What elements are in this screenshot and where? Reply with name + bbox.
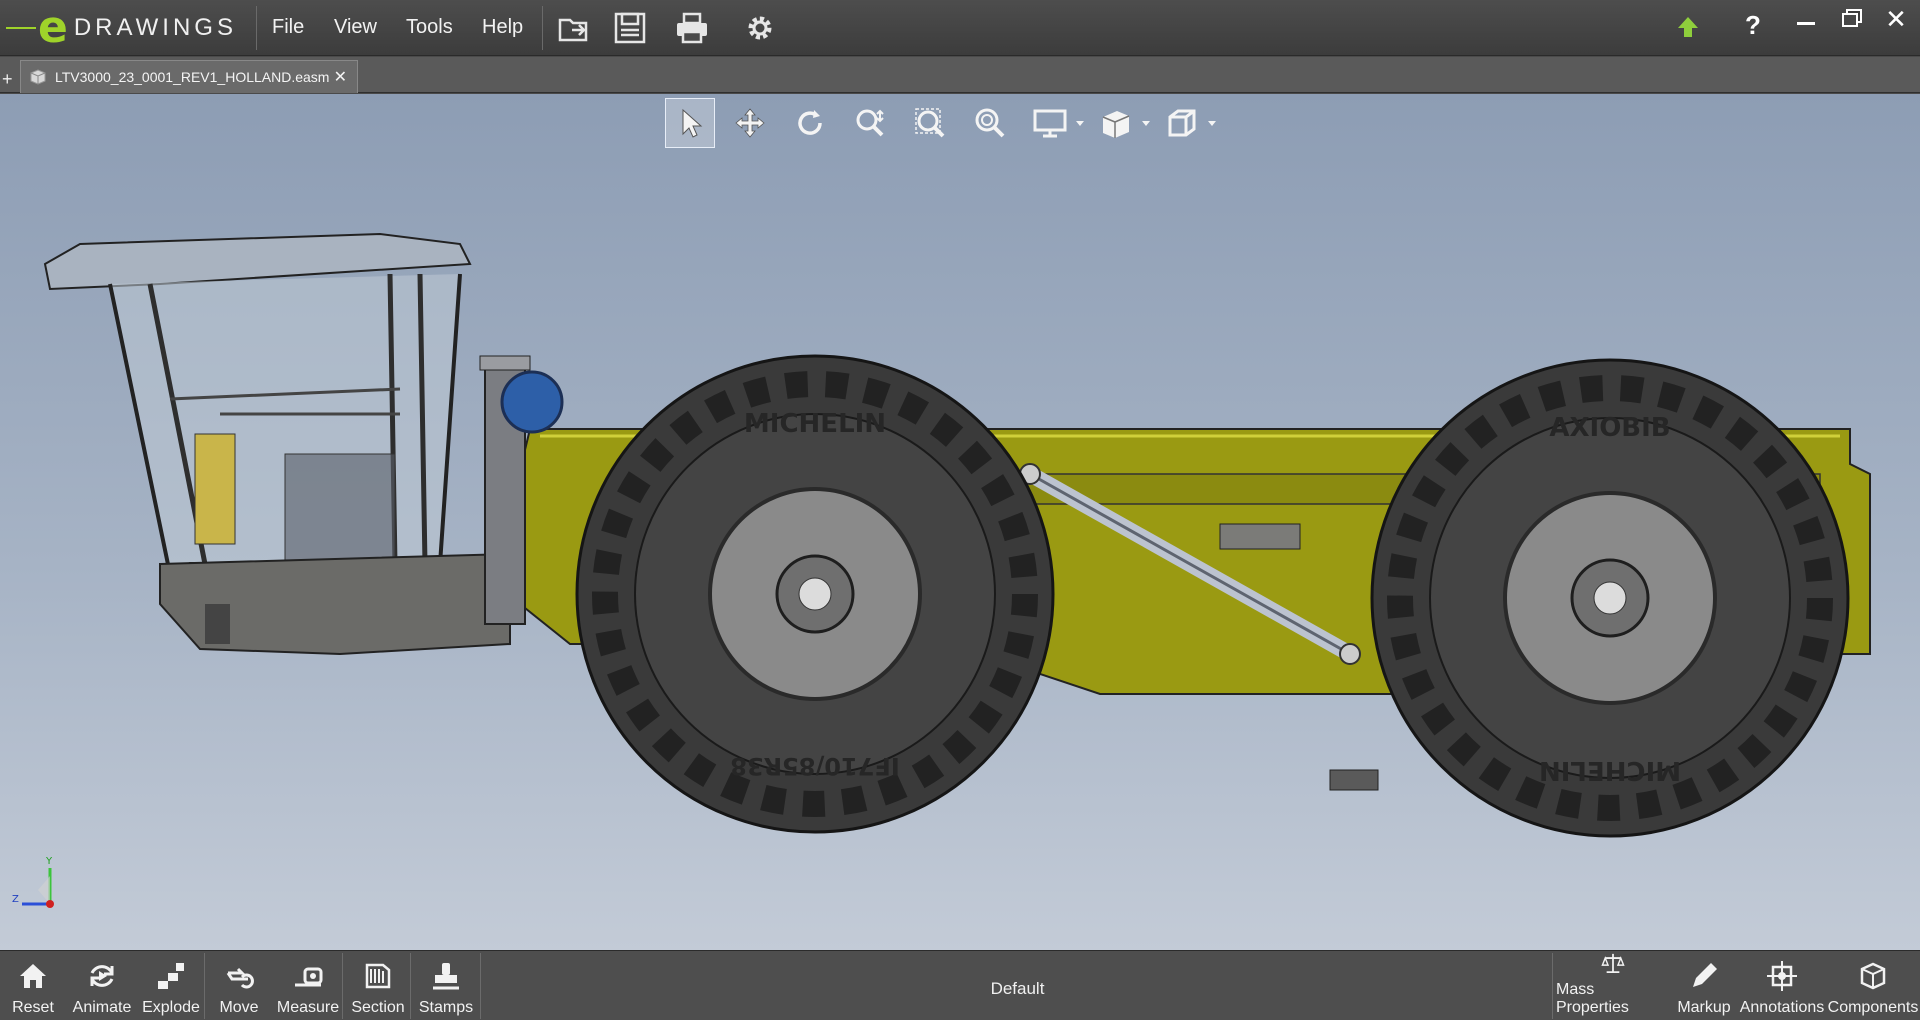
section-icon	[365, 963, 391, 989]
components-button[interactable]: Components	[1828, 951, 1918, 1020]
configuration-name[interactable]: Default	[900, 979, 1135, 999]
rear-tire-model: AXIOBIB	[1549, 413, 1670, 443]
move-icon	[226, 967, 254, 989]
markup-button[interactable]: Markup	[1672, 951, 1736, 1020]
zoom-to-fit-tool[interactable]	[845, 98, 895, 148]
close-tab-icon[interactable]: ✕	[334, 67, 347, 87]
view-orientation-icon	[1168, 109, 1196, 137]
views-dropdown-icon[interactable]	[1141, 118, 1151, 128]
explode-button[interactable]: Explode	[140, 951, 202, 1020]
rotate-tool[interactable]	[785, 98, 835, 148]
zoom-icon	[975, 108, 1005, 138]
rotate-icon	[798, 110, 822, 135]
edrawings-logo: e DRAWINGS	[6, 6, 254, 50]
explode-icon	[158, 963, 184, 989]
title-bar: e DRAWINGS File View Tools Help ? ✕	[0, 0, 1920, 56]
turbo-fan	[500, 370, 564, 434]
chassis-latch	[1219, 523, 1301, 550]
triad-y-label: Y	[45, 856, 53, 867]
measure-button[interactable]: Measure	[274, 951, 342, 1020]
move-button[interactable]: Move	[208, 951, 270, 1020]
menu-tools[interactable]: Tools	[406, 16, 453, 39]
settings-icon[interactable]	[742, 10, 778, 46]
display-style-tool[interactable]	[1025, 98, 1075, 148]
menu-view[interactable]: View	[334, 16, 377, 39]
tractor-model[interactable]: MICHELIN IF710/85R38 AXIOBIB MICHELIN	[40, 174, 1880, 874]
print-icon[interactable]	[674, 10, 710, 46]
annotations-icon	[1767, 961, 1797, 991]
document-tab-title: LTV3000_23_0001_REV1_HOLLAND.easm	[55, 69, 330, 85]
pan-tool[interactable]	[725, 98, 775, 148]
new-tab-button[interactable]: +	[2, 69, 13, 90]
mass-properties-button[interactable]: Mass Properties	[1556, 951, 1670, 1020]
axis-triad: Y Z	[12, 856, 54, 908]
pencil-icon	[1693, 963, 1717, 987]
triad-z-label: Z	[12, 894, 19, 905]
3d-viewport[interactable]: MICHELIN IF710/85R38 AXIOBIB MICHELIN Y …	[0, 94, 1920, 950]
front-tire-brand: MICHELIN	[744, 409, 886, 439]
measure-icon	[295, 967, 323, 987]
heads-up-view-toolbar	[665, 98, 1223, 148]
animate-icon	[90, 965, 114, 987]
front-tire-size: IF710/85R38	[730, 752, 899, 780]
zoom-to-fit-icon	[856, 109, 884, 137]
stamps-icon	[433, 963, 459, 990]
zoom-tool[interactable]	[965, 98, 1015, 148]
views-tool[interactable]	[1091, 98, 1141, 148]
display-style-dropdown-icon[interactable]	[1075, 118, 1085, 128]
close-icon[interactable]: ✕	[1876, 4, 1916, 34]
zoom-to-area-tool[interactable]	[905, 98, 955, 148]
animate-button[interactable]: Animate	[66, 951, 138, 1020]
home-icon	[20, 964, 46, 988]
select-icon	[682, 108, 703, 138]
menu-file[interactable]: File	[272, 16, 304, 39]
open-icon[interactable]	[556, 10, 592, 46]
assembly-icon	[30, 69, 46, 85]
stamps-button[interactable]: Stamps	[414, 951, 478, 1020]
logo-text: DRAWINGS	[73, 14, 237, 41]
rear-tire-brand: MICHELIN	[1539, 755, 1681, 785]
restore-icon[interactable]	[1830, 4, 1870, 34]
upload-icon[interactable]	[1672, 12, 1704, 44]
bottom-toolbar: Reset Animate Explode Move Measure Secti…	[0, 950, 1920, 1020]
reset-button[interactable]: Reset	[2, 951, 64, 1020]
display-style-icon	[1033, 109, 1067, 138]
view-orientation-dropdown-icon[interactable]	[1207, 118, 1217, 128]
menu-help[interactable]: Help	[482, 16, 523, 39]
scale-icon	[1601, 953, 1625, 974]
annotations-button[interactable]: Annotations	[1738, 951, 1826, 1020]
document-tab[interactable]: LTV3000_23_0001_REV1_HOLLAND.easm ✕	[20, 60, 358, 93]
zoom-to-area-icon	[915, 108, 945, 138]
pan-icon	[735, 108, 765, 138]
save-icon[interactable]	[612, 10, 648, 46]
select-tool[interactable]	[665, 98, 715, 148]
help-icon[interactable]: ?	[1733, 10, 1773, 40]
view-orientation-tool[interactable]	[1157, 98, 1207, 148]
document-tab-bar: + LTV3000_23_0001_REV1_HOLLAND.easm ✕	[0, 57, 1920, 93]
views-icon	[1102, 111, 1130, 138]
section-button[interactable]: Section	[346, 951, 410, 1020]
minimize-icon[interactable]	[1786, 4, 1826, 34]
components-icon	[1860, 962, 1886, 990]
